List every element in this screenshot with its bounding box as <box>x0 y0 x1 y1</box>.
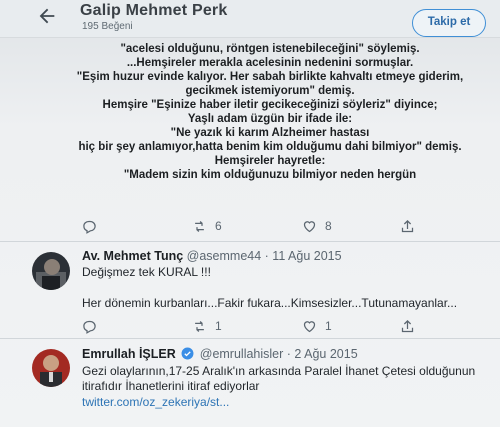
post-line: "Ne yazık ki karım Alzheimer hastası <box>170 127 370 139</box>
reply-button[interactable] <box>82 217 105 235</box>
heart-icon <box>303 220 316 232</box>
post-line: "acelesi olduğunu, röntgen istenebileceğ… <box>120 43 420 55</box>
profile-name: Galip Mehmet Perk <box>80 2 228 19</box>
post-line: Yaşlı adam üzgün bir ifade ile: <box>187 113 353 125</box>
like-button[interactable]: 1 <box>302 317 332 335</box>
post-line: "Eşim huzur evinde kalıyor. Her sabah bi… <box>76 71 464 83</box>
tweet-link[interactable]: twitter.com/oz_zekeriya/st... <box>82 395 229 410</box>
post-line: Hemşire "Eşinize haber iletir gecikeceği… <box>102 99 438 111</box>
like-count: 1 <box>325 319 332 333</box>
share-icon <box>401 219 414 232</box>
post-line: Hemşireler hayretle: <box>214 155 326 167</box>
share-button[interactable] <box>400 217 415 235</box>
avatar-image <box>32 252 70 290</box>
avatar-image <box>32 349 70 387</box>
reply-icon <box>83 220 96 234</box>
avatar[interactable] <box>32 252 70 290</box>
post-line: gecikmek istemiyorum" demiş. <box>185 85 355 97</box>
tweet-header: Emrullah İŞLER @emrullahisler · 2 Ağu 20… <box>82 347 358 361</box>
retweet-count: 1 <box>215 319 222 333</box>
tweet-text: Gezi olaylarının,17-25 Aralık'ın arkasın… <box>82 364 476 378</box>
retweet-icon <box>195 220 204 232</box>
verified-badge-icon <box>181 347 194 360</box>
tweet-text: Değişmez tek KURAL !!! <box>82 265 211 279</box>
retweet-button[interactable]: 6 <box>192 217 222 235</box>
author-handle-date: @asemme44 · 11 Ağu 2015 <box>186 249 342 263</box>
retweet-count: 6 <box>215 219 222 233</box>
reply-tweet[interactable]: Av. Mehmet Tunç @asemme44 · 11 Ağu 2015 … <box>0 242 500 338</box>
tweet-actions: 1 1 <box>78 317 498 335</box>
tweet-thread-page: Galip Mehmet Perk 195 Beğeni Takip et "a… <box>0 0 500 427</box>
reply-button[interactable] <box>82 317 105 335</box>
share-icon <box>401 319 414 332</box>
heart-icon <box>303 320 316 332</box>
reply-tweet[interactable]: Emrullah İŞLER @emrullahisler · 2 Ağu 20… <box>0 339 500 427</box>
post-actions: 6 8 <box>78 217 498 235</box>
reply-icon <box>83 320 96 334</box>
like-count: 8 <box>325 219 332 233</box>
tweet-text: itirafıdır İhanetlerini itiraf ediyorlar <box>82 379 260 393</box>
like-button[interactable]: 8 <box>302 217 332 235</box>
back-arrow-icon[interactable] <box>36 5 58 27</box>
share-button[interactable] <box>400 317 415 335</box>
author-handle-date: @emrullahisler · 2 Ağu 2015 <box>199 347 358 361</box>
post-line: hiç bir şey anlamıyor,hatta benim kim ol… <box>78 141 462 153</box>
profile-likes-count: 195 Beğeni <box>82 21 133 32</box>
author-name[interactable]: Av. Mehmet Tunç <box>82 249 183 263</box>
retweet-icon <box>195 320 204 332</box>
post-image-text: "acelesi olduğunu, röntgen istenebileceğ… <box>60 42 480 182</box>
author-name[interactable]: Emrullah İŞLER <box>82 347 176 361</box>
post-line: "Madem sizin kim olduğunuzu bilmiyor ned… <box>123 169 417 181</box>
post-line: ...Hemşireler merakla acelesinin nedenin… <box>126 57 414 69</box>
follow-button[interactable]: Takip et <box>412 9 486 37</box>
tweet-text: Her dönemin kurbanları...Fakir fukara...… <box>82 296 458 310</box>
tweet-header: Av. Mehmet Tunç @asemme44 · 11 Ağu 2015 <box>82 249 342 263</box>
avatar[interactable] <box>32 349 70 387</box>
profile-header: Galip Mehmet Perk 195 Beğeni Takip et <box>0 0 500 38</box>
retweet-button[interactable]: 1 <box>192 317 222 335</box>
